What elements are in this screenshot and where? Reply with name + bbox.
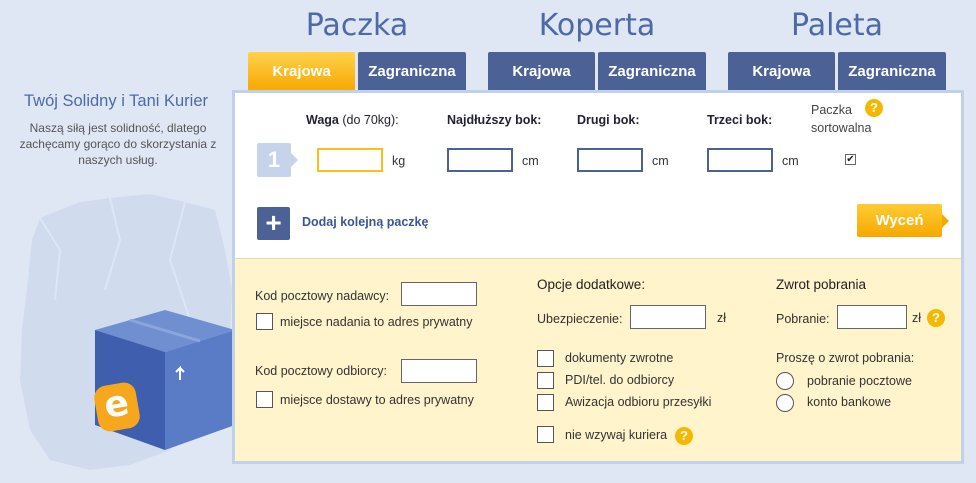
insurance-label: Ubezpieczenie: (537, 312, 623, 326)
third-side-unit: cm (782, 154, 799, 168)
sortable-help-icon[interactable]: ? (865, 99, 883, 117)
category-title-koperta: Koperta (538, 8, 656, 43)
tab-koperta-krajowa[interactable]: Krajowa (488, 52, 595, 91)
tab-koperta-zagraniczna[interactable]: Zagraniczna (598, 52, 706, 91)
parcel-box-illustration (95, 310, 235, 450)
add-package-link[interactable]: Dodaj kolejną paczkę (302, 215, 428, 229)
weight-unit: kg (392, 154, 406, 168)
insurance-input[interactable] (630, 305, 706, 329)
tagline-description: Naszą siłą jest solidność, dlatego zachę… (19, 121, 217, 167)
option-label-returned-docs: dokumenty zwrotne (565, 351, 674, 365)
option-label-notification: Awizacja odbioru przesyłki (565, 395, 712, 409)
cod-return-label: Proszę o zwrot pobrania: (776, 351, 915, 365)
cod-input[interactable] (837, 305, 907, 329)
quote-button[interactable]: Wyceń (857, 204, 949, 237)
receiver-postcode-label: Kod pocztowy odbiorcy: (255, 364, 388, 378)
calculator-panel: Waga (do 70kg): Najdłuższy bok: Drugi bo… (232, 90, 964, 464)
longest-side-label: Najdłuższy bok: (447, 113, 542, 127)
third-side-input[interactable] (707, 148, 773, 172)
e-logo-icon: e (92, 380, 142, 434)
sender-postcode-input[interactable] (401, 282, 477, 306)
option-checkbox-pdi[interactable] (537, 372, 554, 389)
option-checkbox-returned-docs[interactable] (537, 350, 554, 367)
option-checkbox-notification[interactable] (537, 394, 554, 411)
add-package-button[interactable]: + (257, 207, 290, 240)
second-side-unit: cm (652, 154, 669, 168)
tab-paczka-krajowa[interactable]: Krajowa (248, 52, 355, 98)
options-title: Opcje dodatkowe: (537, 277, 646, 292)
radio-postal-cod[interactable] (776, 372, 794, 390)
option-checkbox-no-courier[interactable] (537, 426, 554, 443)
cod-label: Pobranie: (776, 312, 830, 326)
cod-title: Zwrot pobrania (776, 277, 867, 292)
tagline-title: Twój Solidny i Tani Kurier (23, 92, 209, 110)
weight-label: Waga (do 70kg): (306, 113, 399, 127)
radio-label-bank-account: konto bankowe (807, 395, 892, 409)
package-number-badge: 1 (257, 143, 291, 177)
cod-currency: zł (912, 311, 922, 325)
tab-paczka-zagraniczna[interactable]: Zagraniczna (358, 52, 466, 91)
radio-bank-account[interactable] (776, 394, 794, 412)
sortable-label-line2: sortowalna (811, 121, 872, 135)
third-side-label: Trzeci bok: (707, 113, 773, 127)
longest-side-unit: cm (522, 154, 539, 168)
second-side-label: Drugi bok: (577, 113, 640, 127)
sortable-label-line1: Paczka (811, 103, 852, 117)
receiver-postcode-input[interactable] (401, 359, 477, 383)
category-title-paczka: Paczka (305, 8, 409, 43)
second-side-input[interactable] (577, 148, 643, 172)
option-label-no-courier: nie wzywaj kuriera (565, 428, 668, 442)
sender-private-label: miejsce nadania to adres prywatny (280, 315, 473, 329)
category-title-paleta: Paleta (790, 8, 884, 43)
sender-postcode-label: Kod pocztowy nadawcy: (255, 289, 390, 303)
sender-private-checkbox[interactable] (256, 313, 273, 330)
option-label-pdi: PDI/tel. do odbiorcy (565, 373, 675, 387)
cod-help-icon[interactable]: ? (927, 309, 945, 327)
no-courier-help-icon[interactable]: ? (675, 427, 693, 445)
sortable-checkbox[interactable]: ✔ (845, 154, 856, 165)
package-section: Waga (do 70kg): Najdłuższy bok: Drugi bo… (235, 93, 961, 258)
tab-paleta-krajowa[interactable]: Krajowa (728, 52, 835, 91)
receiver-private-checkbox[interactable] (256, 391, 273, 408)
options-section: Kod pocztowy nadawcy: miejsce nadania to… (235, 258, 961, 461)
tab-paleta-zagraniczna[interactable]: Zagraniczna (838, 52, 946, 91)
insurance-currency: zł (717, 311, 727, 325)
radio-label-postal-cod: pobranie pocztowe (807, 374, 912, 388)
badge-arrow (291, 153, 298, 167)
longest-side-input[interactable] (447, 148, 513, 172)
weight-input[interactable] (317, 148, 383, 172)
receiver-private-label: miejsce dostawy to adres prywatny (280, 393, 474, 407)
